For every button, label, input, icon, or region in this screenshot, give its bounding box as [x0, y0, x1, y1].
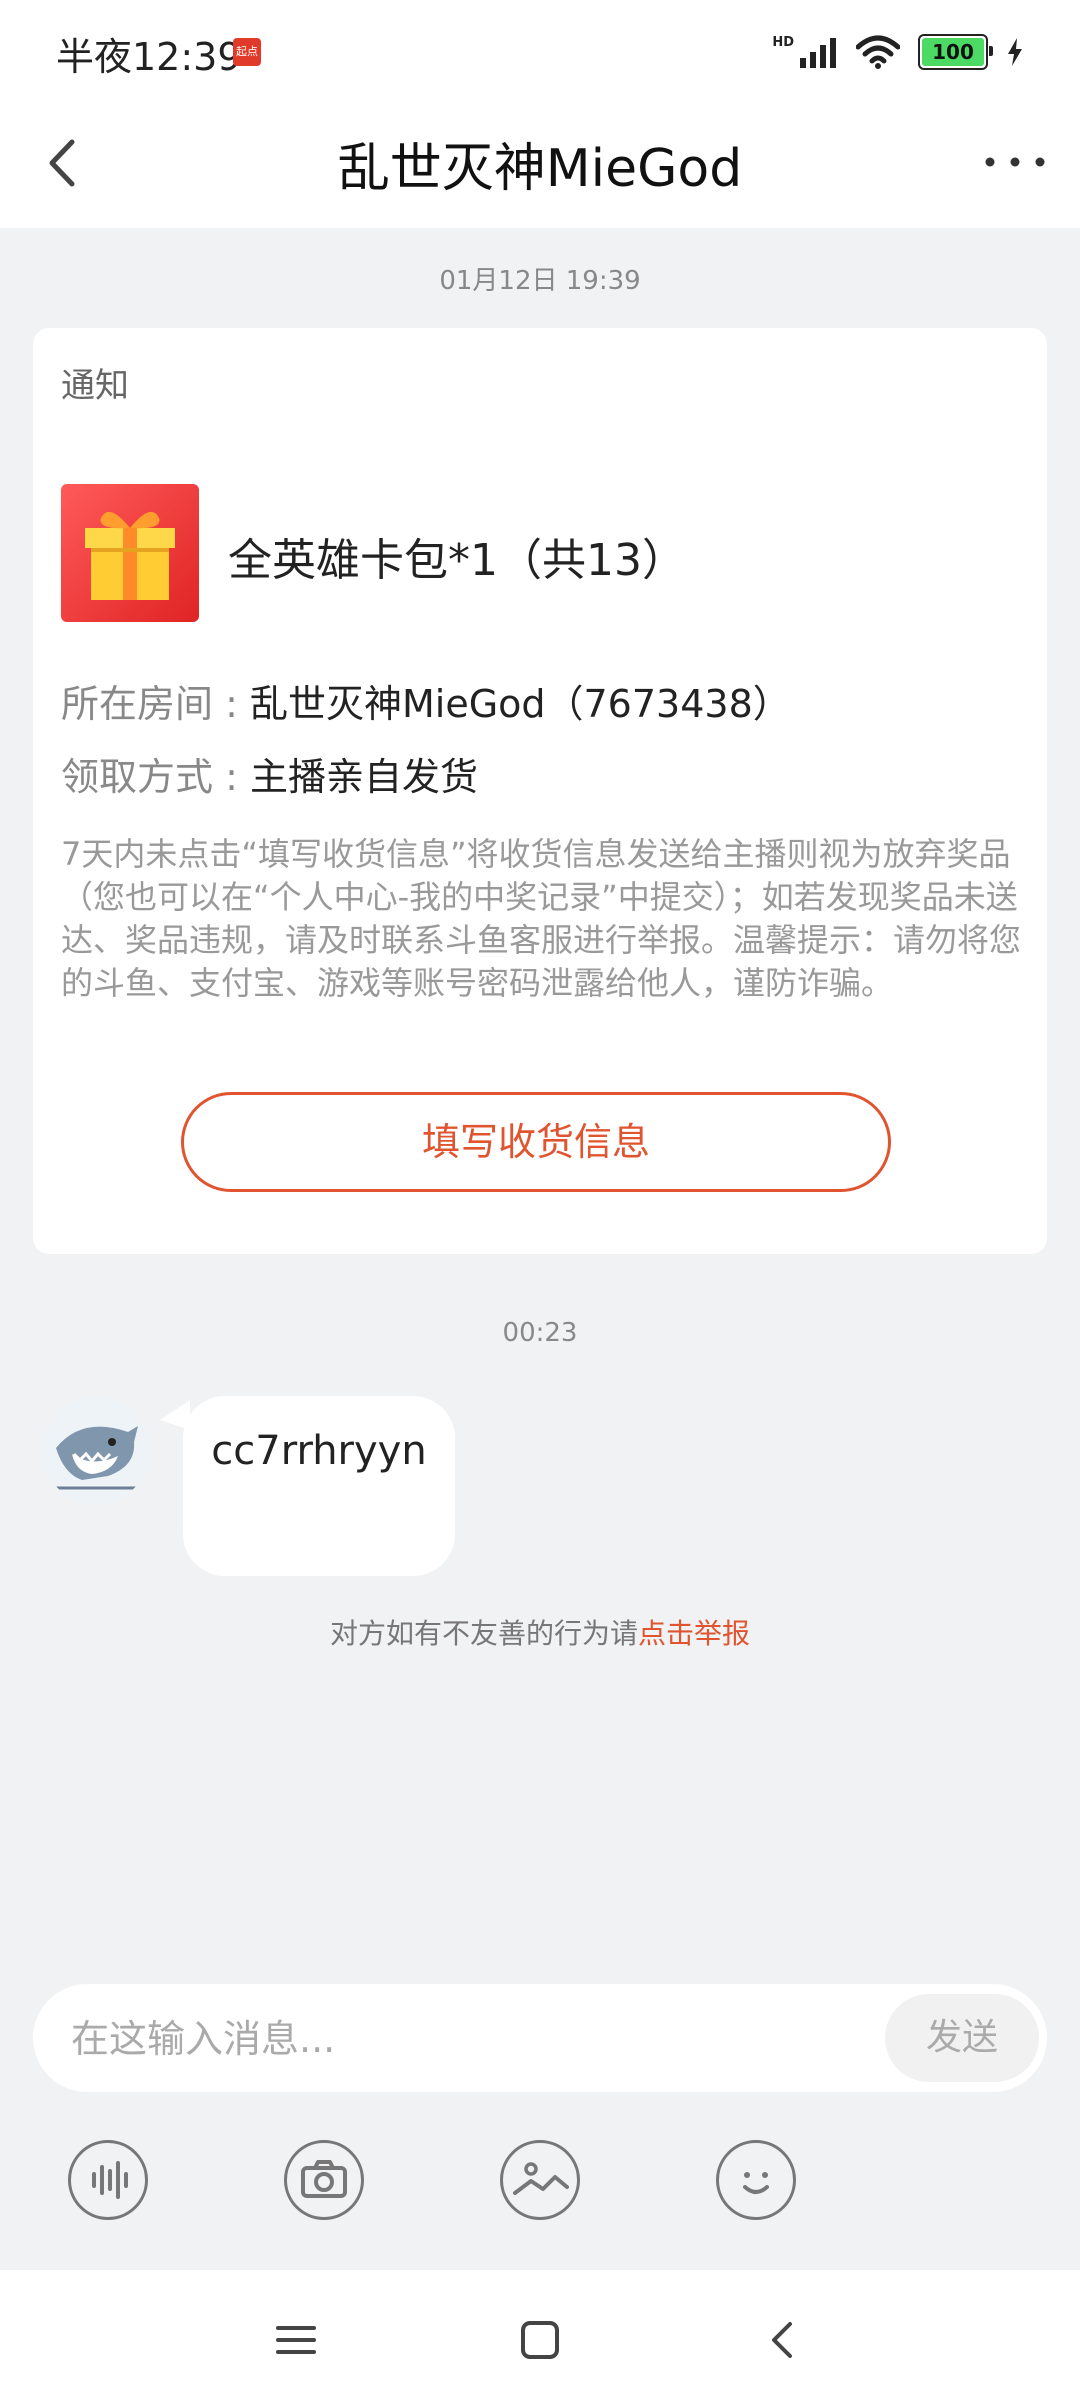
prize-notice-card: 通知 全英雄卡包*1（共13） 所在房间 : 乱世灭神MieGod（767343… [33, 328, 1047, 1254]
more-dots-icon [985, 157, 1045, 167]
report-link[interactable]: 点击举报 [638, 1617, 750, 1650]
image-button[interactable] [500, 2140, 580, 2220]
status-time: 半夜12:39 [56, 35, 242, 79]
emoji-icon [743, 2172, 769, 2194]
charging-icon [1008, 38, 1022, 66]
app-notification-icon: 起点 [233, 38, 261, 66]
message-timestamp: 01月12日 19:39 [439, 266, 641, 296]
more-button[interactable] [980, 132, 1050, 192]
status-bar: 半夜12:39 起点 HD 100 [0, 0, 1080, 100]
report-prefix: 对方如有不友善的行为请 [329, 1617, 638, 1650]
nav-home-button[interactable] [510, 2310, 570, 2370]
battery-icon: 100 [918, 34, 993, 70]
camera-icon [301, 2160, 347, 2198]
message-text: cc7rrhryyn [211, 1428, 427, 1474]
home-square-icon [521, 2321, 559, 2359]
message-input[interactable] [69, 1984, 893, 2094]
message-composer: 发送 [33, 1984, 1047, 2094]
room-label: 所在房间 : [61, 682, 250, 726]
avatar[interactable] [42, 1396, 150, 1504]
image-icon [513, 2162, 569, 2195]
camera-button[interactable] [284, 2140, 364, 2220]
voice-icon [92, 2161, 128, 2199]
card-title: 通知 [61, 366, 129, 406]
method-label: 领取方式 : [61, 755, 250, 799]
prize-name: 全英雄卡包*1（共13） [228, 535, 686, 586]
nav-menu-button[interactable] [266, 2310, 326, 2370]
gift-box-icon [61, 484, 199, 622]
chat-header: 乱世灭神MieGod [0, 100, 1080, 228]
system-nav-bar [0, 2270, 1080, 2400]
back-triangle-icon [772, 2322, 792, 2358]
voice-button[interactable] [68, 2140, 148, 2220]
send-button[interactable]: 发送 [885, 1994, 1039, 2082]
method-info: 领取方式 : 主播亲自发货 [61, 746, 478, 801]
method-value: 主播亲自发货 [249, 755, 478, 799]
signal-icon [800, 38, 836, 68]
menu-icon [276, 2326, 316, 2354]
nav-back-button[interactable] [754, 2310, 814, 2370]
report-hint: 对方如有不友善的行为请点击举报 [0, 1612, 1080, 1652]
wifi-icon [856, 35, 900, 69]
notice-text: 7天内未点击“填写收货信息”将收货信息发送给主播则视为放弃奖品（您也可以在“个人… [61, 835, 1022, 1002]
chat-timestamp: 00:23 [502, 1318, 578, 1348]
network-label: HD [772, 34, 794, 50]
chat-title: 乱世灭神MieGod [337, 139, 743, 199]
message-bubble[interactable]: cc7rrhryyn [183, 1396, 455, 1576]
battery-level: 100 [932, 40, 974, 64]
room-value: 乱世灭神MieGod（7673438） [249, 682, 791, 726]
status-icons: HD 100 [772, 30, 1024, 74]
emoji-button[interactable] [716, 2140, 796, 2220]
room-info: 所在房间 : 乱世灭神MieGod（7673438） [61, 673, 791, 728]
fill-shipping-info-button[interactable]: 填写收货信息 [181, 1092, 891, 1192]
shark-avatar-icon [42, 1396, 150, 1504]
